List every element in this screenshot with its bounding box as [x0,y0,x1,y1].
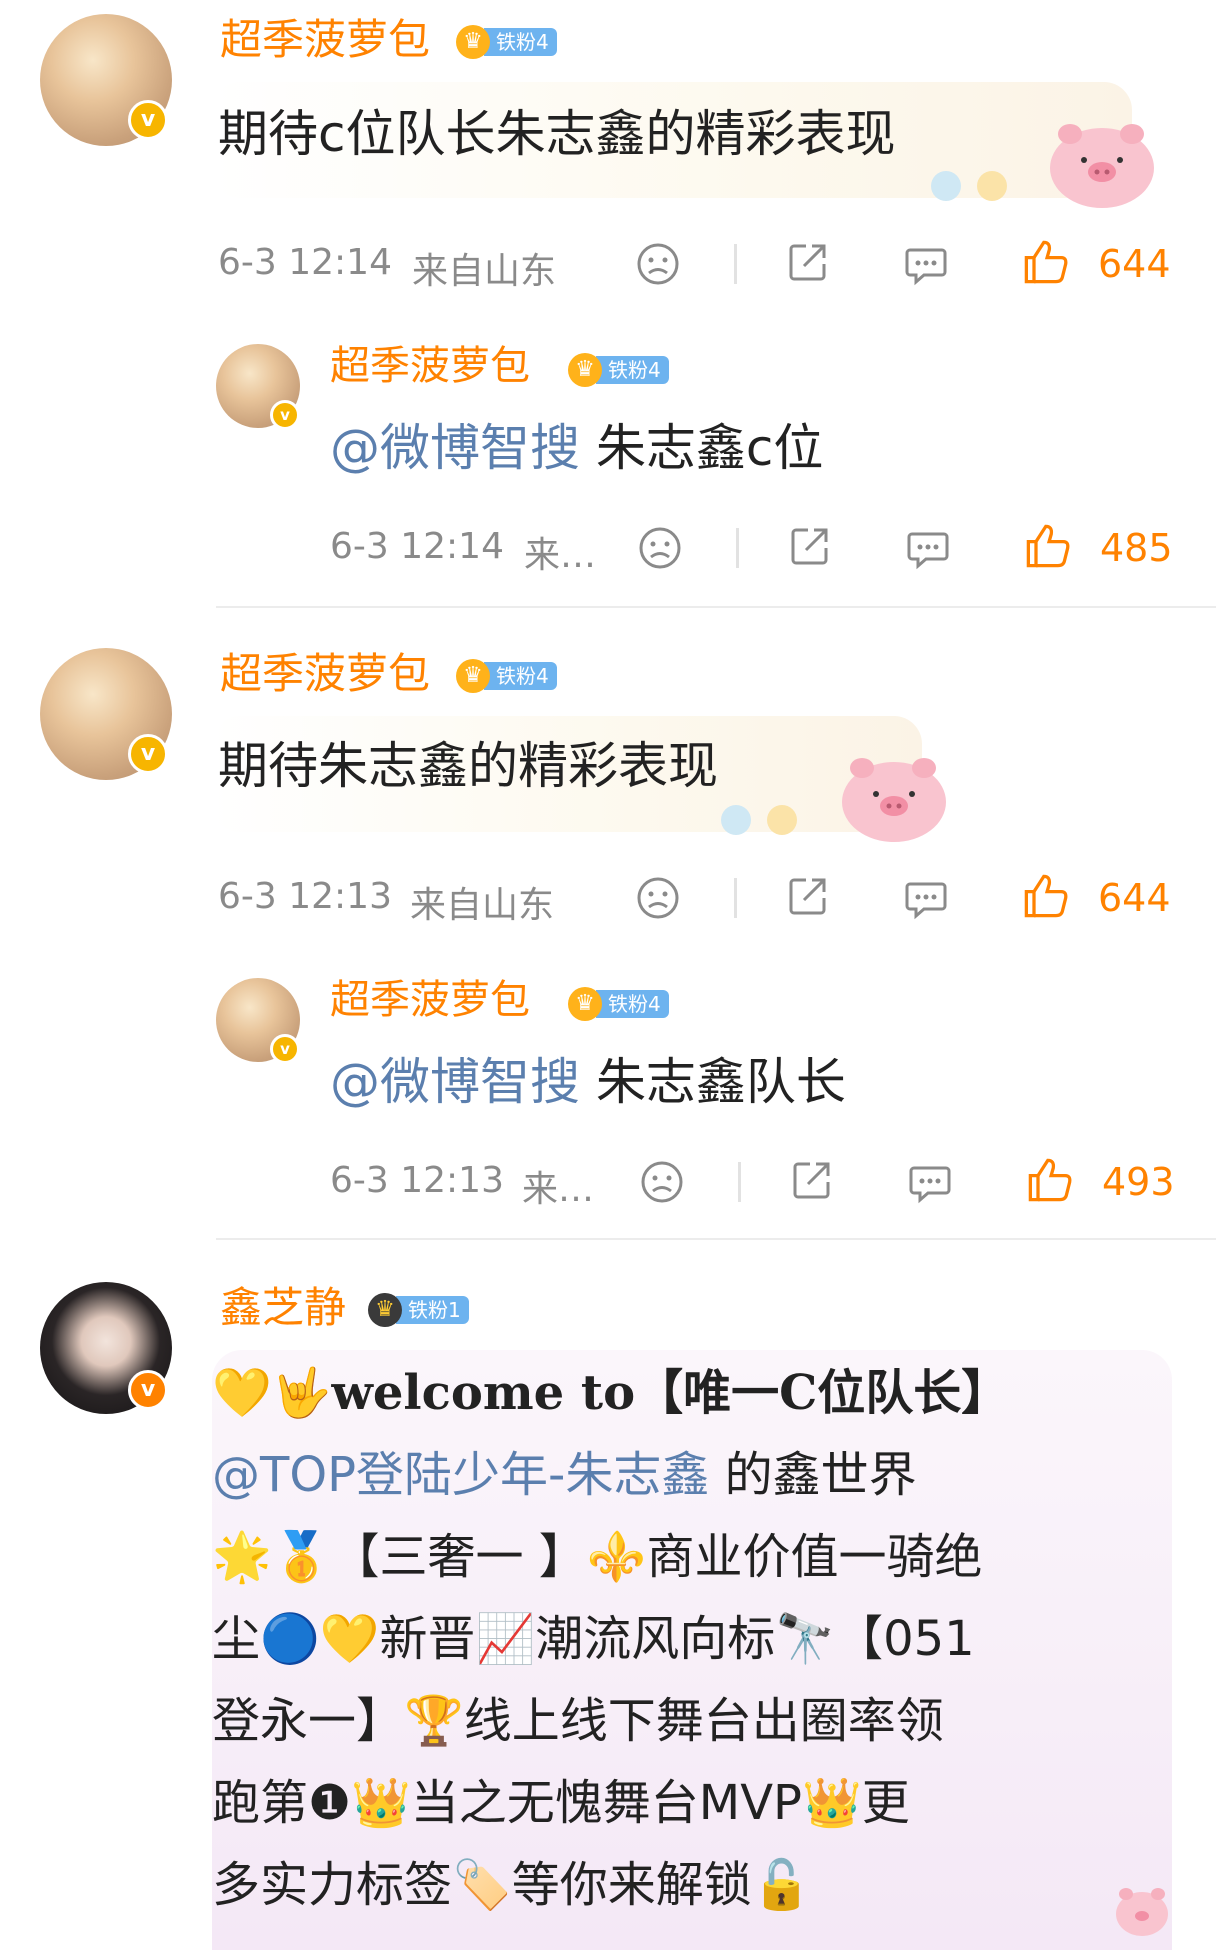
reply-text: @微博智搜 朱志鑫c位 [330,419,824,477]
comment-text: 期待c位队长朱志鑫的精彩表现 [218,105,896,163]
separator [738,1162,741,1202]
reply-text: @微博智搜 朱志鑫队长 [330,1053,846,1111]
thumbs-up-icon[interactable] [1022,238,1070,286]
dislike-face-icon[interactable] [638,526,682,570]
source: 来自山东 [412,251,557,292]
like-count: 644 [1098,242,1171,286]
like-count: 485 [1100,526,1173,570]
crown-icon: ♛ [568,353,602,387]
pig-sticker-icon [1050,124,1154,208]
dislike-face-icon[interactable] [640,1160,684,1204]
thumbs-up-icon[interactable] [1026,1156,1074,1204]
fan-badge[interactable]: ♛ 铁粉4 [456,658,557,694]
fan-badge[interactable]: ♛ 铁粉4 [568,352,669,388]
comment-text: 💛🤟welcome to【唯一C位队长】 @TOP登陆少年-朱志鑫 的鑫世界 🌟… [212,1365,1010,1913]
comment-text: 期待朱志鑫的精彩表现 [218,737,718,795]
mention-link[interactable]: @TOP登陆少年-朱志鑫 [212,1447,709,1503]
comment-icon[interactable] [904,242,948,286]
share-icon[interactable] [790,1158,834,1202]
divider [216,1238,1216,1240]
fan-badge[interactable]: ♛ 铁粉1 [368,1292,469,1328]
username[interactable]: 超季菠萝包 [330,342,530,390]
mention-link[interactable]: @微博智搜 [330,419,580,477]
username[interactable]: 超季菠萝包 [220,16,430,64]
verified-badge-icon: v [128,1370,168,1410]
share-icon[interactable] [786,874,830,918]
crown-icon: ♛ [456,659,490,693]
pig-sticker-icon [1116,1888,1168,1936]
verified-badge-icon: v [128,734,168,774]
like-count: 493 [1102,1160,1175,1204]
like-count: 644 [1098,876,1171,920]
comment-icon[interactable] [904,876,948,920]
crown-icon: ♛ [456,25,490,59]
crown-icon: ♛ [568,987,602,1021]
pig-sticker-icon [842,758,946,842]
username[interactable]: 鑫芝静 [220,1284,346,1332]
thumbs-up-icon[interactable] [1022,872,1070,920]
source: 来… [524,535,597,576]
fan-badge[interactable]: ♛ 铁粉4 [568,986,669,1022]
verified-badge-icon: v [270,400,300,430]
source: 来自山东 [410,885,555,926]
crown-icon: ♛ [368,1293,402,1327]
timestamp: 6-3 12:14 [218,242,392,283]
thumbs-up-icon[interactable] [1024,522,1072,570]
mention-link[interactable]: @微博智搜 [330,1053,580,1111]
source: 来… [522,1169,595,1210]
bubble-decoration-icon [721,805,797,835]
username[interactable]: 超季菠萝包 [330,976,530,1024]
timestamp: 6-3 12:13 [330,1160,504,1201]
timestamp: 6-3 12:13 [218,876,392,917]
verified-badge-icon: v [270,1034,300,1064]
share-icon[interactable] [786,240,830,284]
comment-icon[interactable] [906,526,950,570]
divider [216,606,1216,608]
separator [734,878,737,918]
timestamp: 6-3 12:14 [330,526,504,567]
separator [734,244,737,284]
comment-icon[interactable] [908,1160,952,1204]
verified-badge-icon: v [128,100,168,140]
username[interactable]: 超季菠萝包 [220,650,430,698]
bubble-decoration-icon [931,171,1007,201]
fan-badge[interactable]: ♛ 铁粉4 [456,24,557,60]
dislike-face-icon[interactable] [636,242,680,286]
share-icon[interactable] [788,524,832,568]
separator [736,528,739,568]
dislike-face-icon[interactable] [636,876,680,920]
